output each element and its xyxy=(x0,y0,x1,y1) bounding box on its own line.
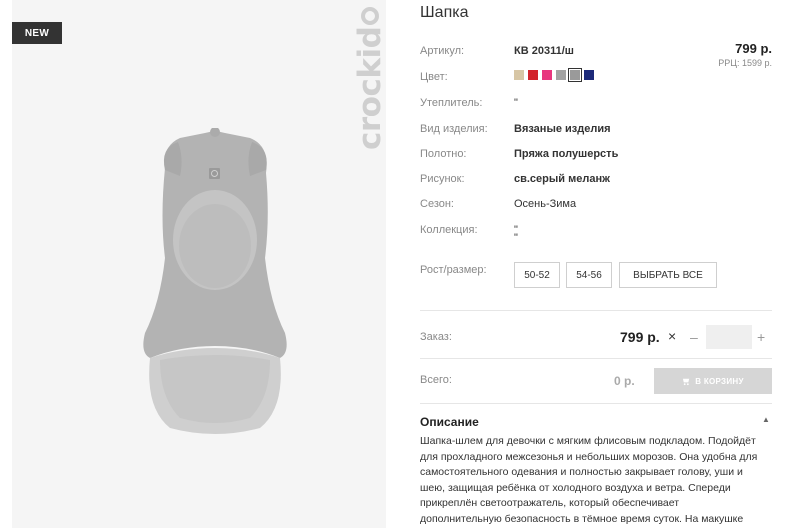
description-line: для прохладного межсезонья и небольших м… xyxy=(420,450,758,463)
attr-value: Пряжа полушерсть xyxy=(514,148,619,160)
attr-value-2: " xyxy=(514,232,518,244)
color-swatch-pink[interactable] xyxy=(542,70,552,80)
description-line: Шапка-шлем для девочки с мягким флисовым… xyxy=(420,435,756,447)
size-option-54-56[interactable]: 54-56 xyxy=(566,262,612,288)
total-value: 0 р. xyxy=(614,374,635,388)
attr-label: Полотно: xyxy=(420,148,467,160)
attr-label: Утеплитель: xyxy=(420,97,483,109)
cart-icon xyxy=(683,378,690,385)
new-badge: NEW xyxy=(12,22,62,44)
size-option-50-52[interactable]: 50-52 xyxy=(514,262,560,288)
description-line: дополнительную безопасность в тёмное вре… xyxy=(420,512,744,525)
order-label: Заказ: xyxy=(420,331,452,343)
attr-value: Вязаные изделия xyxy=(514,123,611,135)
product-image[interactable] xyxy=(120,128,310,438)
color-swatch-red[interactable] xyxy=(528,70,538,80)
product-gallery: NEW crockid xyxy=(12,0,386,528)
attr-value: св.серый меланж xyxy=(514,173,610,185)
divider xyxy=(420,403,772,404)
recommended-price: РРЦ: 1599 р. xyxy=(718,58,772,68)
color-swatch-gray-selected[interactable] xyxy=(568,68,582,82)
increment-button[interactable]: + xyxy=(757,329,765,345)
color-swatch-navy[interactable] xyxy=(584,70,594,80)
color-swatches xyxy=(514,68,594,82)
attr-label: Цвет: xyxy=(420,71,448,83)
select-all-sizes-button[interactable]: ВЫБРАТЬ ВСЕ xyxy=(619,262,717,288)
product-price: 799 р. xyxy=(735,41,772,56)
attr-label: Сезон: xyxy=(420,198,454,210)
attr-value: КВ 20311/ш xyxy=(514,45,574,57)
collapse-icon[interactable]: ▲ xyxy=(762,415,770,424)
color-swatch-beige[interactable] xyxy=(514,70,524,80)
description-title[interactable]: Описание xyxy=(420,415,479,429)
add-to-cart-label: В КОРЗИНУ xyxy=(695,376,744,386)
description-line: самостоятельного одевания и полностью за… xyxy=(420,466,743,479)
attr-value: Осень-Зима xyxy=(514,198,577,210)
color-swatch-light-gray[interactable] xyxy=(556,70,566,80)
description-text: Шапка-шлем для девочки с мягким флисовым… xyxy=(420,434,780,528)
attr-label: Вид изделия: xyxy=(420,123,488,135)
product-title: Шапка xyxy=(420,4,469,21)
description-line: прикреплён светоотражатель, который обес… xyxy=(420,497,680,510)
attr-label: Коллекция: xyxy=(420,224,478,236)
add-to-cart-button[interactable]: В КОРЗИНУ xyxy=(654,368,772,394)
attr-label: Рисунок: xyxy=(420,173,465,185)
divider xyxy=(420,358,772,359)
remove-icon[interactable]: × xyxy=(668,328,676,344)
order-price: 799 р. xyxy=(620,329,660,345)
divider xyxy=(420,310,772,311)
quantity-input[interactable] xyxy=(706,325,752,349)
description-line: шею, защищая ребёнка от холодного воздух… xyxy=(420,481,731,494)
brand-logo: crockid xyxy=(352,6,386,150)
total-label: Всего: xyxy=(420,374,452,386)
attr-label: Артикул: xyxy=(420,45,465,57)
decrement-button[interactable]: – xyxy=(690,329,698,345)
size-label: Рост/размер: xyxy=(420,264,487,276)
attr-value: " xyxy=(514,97,518,109)
